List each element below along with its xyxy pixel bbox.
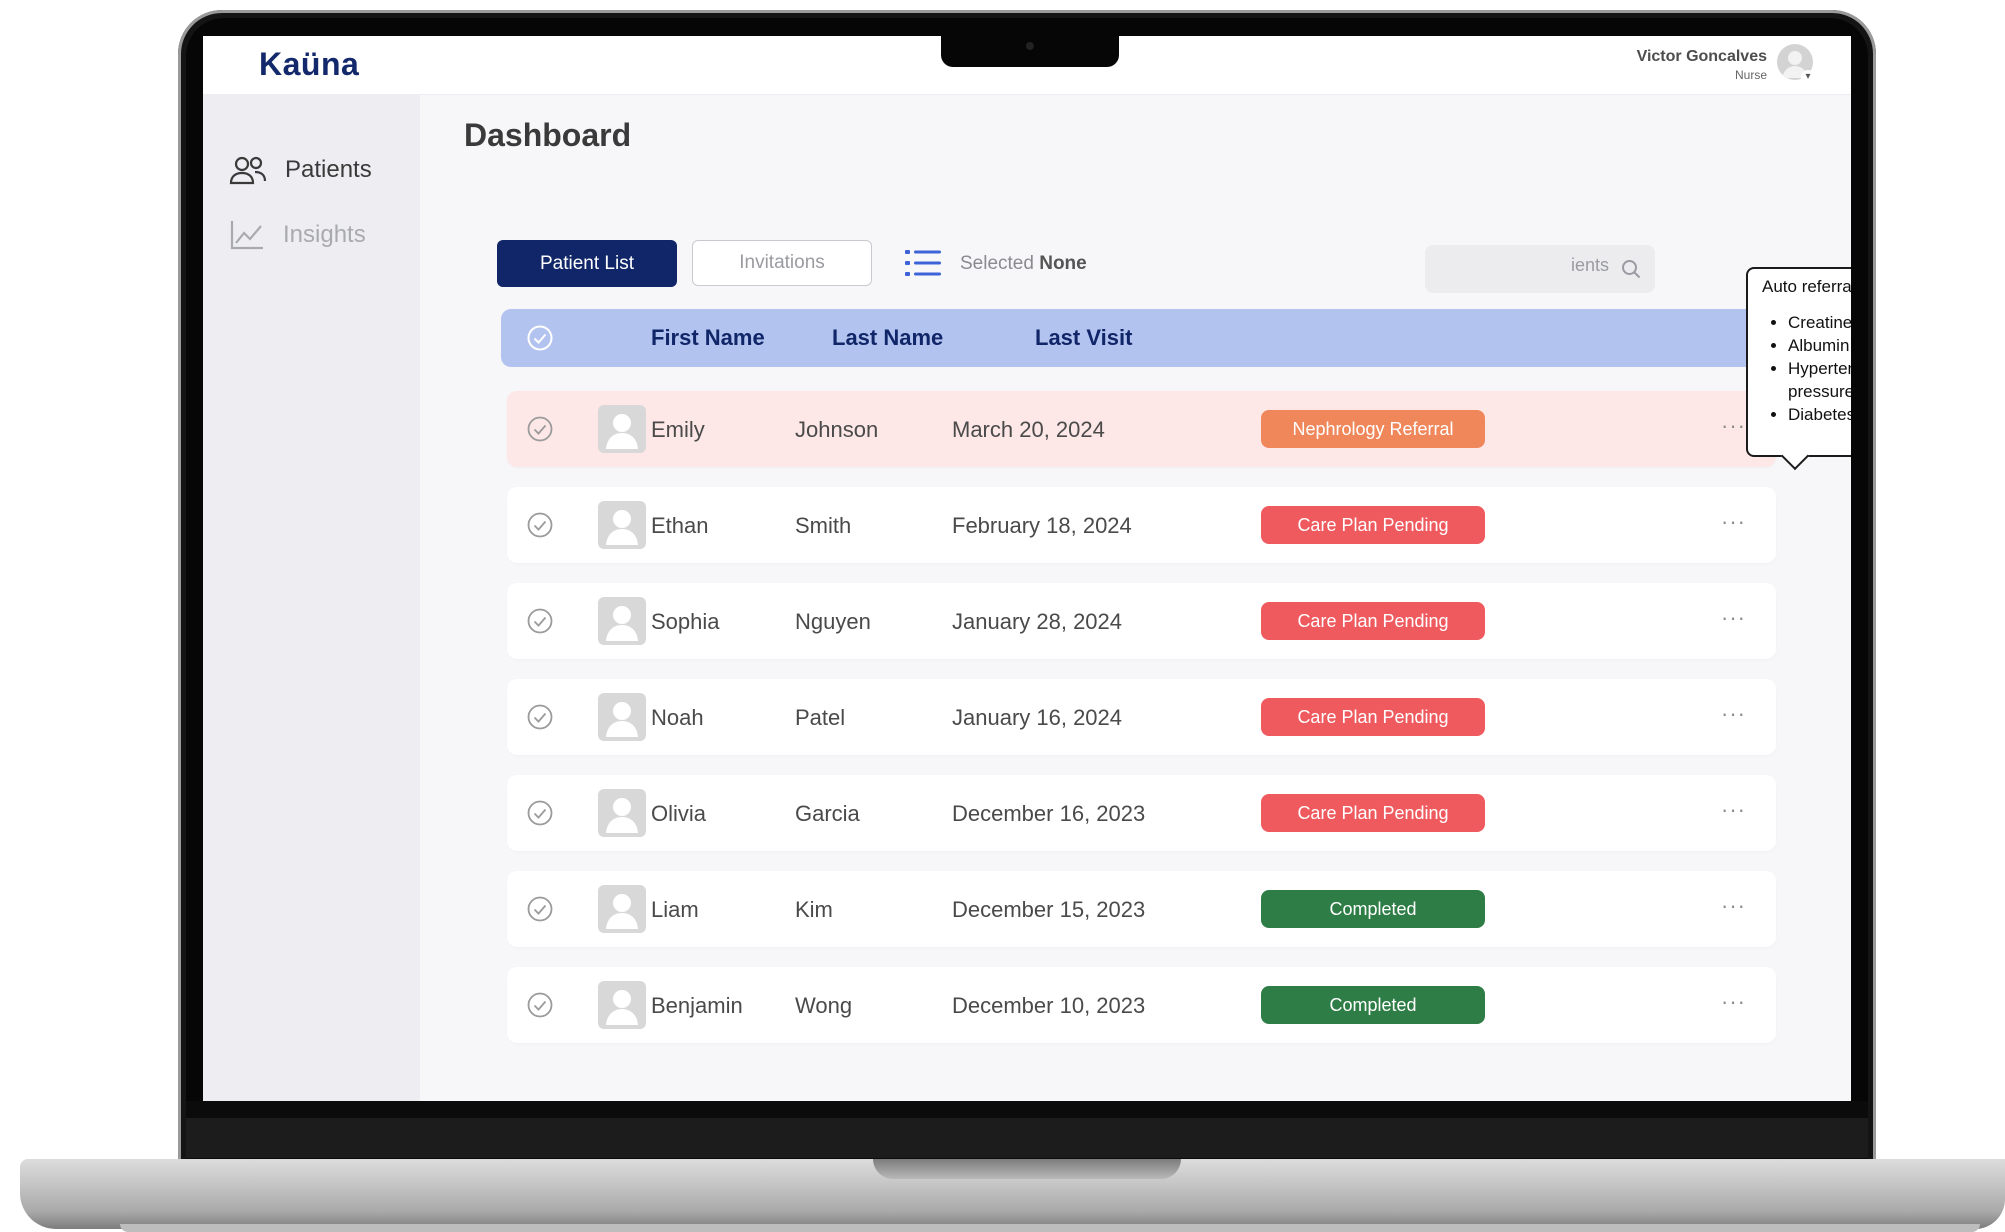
check-circle-icon[interactable] [527,512,553,538]
tooltip-item: Creatine [1788,311,1851,334]
cell-first-name: Benjamin [651,993,743,1018]
user-name: Victor Goncalves [1636,48,1767,65]
tooltip-item: Diabetes status [1788,403,1851,426]
sidebar-item-label: Insights [283,221,366,248]
check-circle-icon[interactable] [527,800,553,826]
laptop-hinge-notch [873,1159,1181,1179]
patient-avatar-icon [598,693,646,741]
cell-last-name: Wong [795,993,853,1018]
table-row[interactable]: Noah Patel January 16, 2024 Care Plan Pendi… [507,679,1776,755]
app-screen: Kaüna Victor Goncalves Nurse ▾ Patients … [203,36,1851,1101]
cell-first-name: Liam [651,897,699,922]
laptop-base-shadow [120,1224,1980,1232]
cell-last-visit: February 18, 2024 [952,513,1132,538]
tooltip-item: Albumin in the urine (URIA) [1788,334,1851,357]
cell-last-name: Kim [795,897,833,922]
table-row[interactable]: Emily Johnson March 20, 2024 Nephrology Ref… [507,391,1776,467]
header-last-name[interactable]: Last Name [832,325,943,351]
more-options-button[interactable]: ··· [1721,797,1746,823]
cell-last-visit: December 15, 2023 [952,897,1146,922]
page-title: Dashboard [464,117,632,153]
tooltip-list: Creatine Albumin in the urine (URIA) Hyp… [1762,311,1851,426]
cell-last-visit: January 28, 2024 [952,609,1123,634]
table-row[interactable]: Benjamin Wong December 10, 2023 Completed ··… [507,967,1776,1043]
sidebar-item-label: Patients [285,156,372,183]
more-options-button[interactable]: ··· [1721,413,1746,439]
cell-last-name: Garcia [795,801,860,826]
status-badge[interactable]: Care Plan Pending [1261,602,1485,640]
status-badge[interactable]: Care Plan Pending [1261,698,1485,736]
status-badge[interactable]: Completed [1261,890,1485,928]
table-row[interactable]: Sophia Nguyen January 28, 2024 Care Plan Pe… [507,583,1776,659]
cell-last-visit: December 10, 2023 [952,993,1146,1018]
sidebar-item-patients[interactable]: Patients [229,155,372,185]
tab-invitations[interactable]: Invitations [692,240,872,286]
more-options-button[interactable]: ··· [1721,893,1746,919]
tooltip-item: Hypertension status (blood pressure) [1788,357,1851,403]
patient-avatar-icon [598,597,646,645]
more-options-button[interactable]: ··· [1721,509,1746,535]
more-options-button[interactable]: ··· [1721,989,1746,1015]
check-circle-icon[interactable] [527,992,553,1018]
cell-last-name: Smith [795,513,852,538]
search-box[interactable]: ients [1425,245,1655,293]
cell-first-name: Noah [651,705,704,730]
table-header: First Name Last Name Last Visit [501,309,1776,367]
camera-icon [1026,42,1034,50]
status-badge[interactable]: Nephrology Referral [1261,410,1485,448]
app-logo[interactable]: Kaüna [259,46,359,83]
status-badge[interactable]: Care Plan Pending [1261,794,1485,832]
status-badge[interactable]: Completed [1261,986,1485,1024]
tooltip-arrow [1780,441,1810,471]
list-icon[interactable] [905,249,941,277]
more-options-button[interactable]: ··· [1721,605,1746,631]
selection-status: Selected None [960,253,1087,275]
patient-avatar-icon [598,501,646,549]
users-icon [229,156,267,185]
check-circle-icon[interactable] [527,896,553,922]
sidebar: Patients Insights [203,95,420,1101]
patient-avatar-icon [598,885,646,933]
cell-last-name: Nguyen [795,609,871,634]
check-circle-icon[interactable] [527,608,553,634]
more-options-button[interactable]: ··· [1721,701,1746,727]
search-input[interactable]: ients [1439,255,1609,276]
table-row[interactable]: Liam Kim December 15, 2023 Completed ··· [507,871,1776,947]
check-circle-icon[interactable] [527,704,553,730]
header-first-name[interactable]: First Name [651,325,765,351]
camera-notch [941,36,1119,67]
chevron-down-icon[interactable]: ▾ [1801,70,1815,84]
patient-avatar-icon [598,789,646,837]
table-row[interactable]: Olivia Garcia December 16, 2023 Care Plan P… [507,775,1776,851]
cell-last-visit: January 16, 2024 [952,705,1123,730]
cell-first-name: Emily [651,417,705,442]
cell-first-name: Ethan [651,513,709,538]
tab-patient-list[interactable]: Patient List [497,240,677,287]
cell-last-visit: December 16, 2023 [952,801,1146,826]
cell-last-name: Patel [795,705,846,730]
selected-label: Selected [960,253,1034,274]
check-circle-icon[interactable] [527,416,553,442]
sidebar-item-insights[interactable]: Insights [229,219,366,251]
cell-last-name: Johnson [795,417,879,442]
laptop-bezel-strip [186,1118,1868,1158]
cell-first-name: Sophia [651,609,720,634]
main-content: Dashboard Patient List Invitations Selec… [420,95,1851,1101]
tooltip-title: Auto referral detection using: [1762,277,1851,296]
patient-avatar-icon [598,405,646,453]
chart-line-icon [230,221,263,250]
selected-value: None [1039,253,1087,274]
status-badge[interactable]: Care Plan Pending [1261,506,1485,544]
header-last-visit[interactable]: Last Visit [1035,325,1132,351]
user-info[interactable]: Victor Goncalves Nurse [1637,48,1767,82]
referral-tooltip: Auto referral detection using: Creatine … [1746,267,1851,471]
patient-avatar-icon [598,981,646,1029]
cell-last-visit: March 20, 2024 [952,417,1105,442]
table-row[interactable]: Ethan Smith February 18, 2024 Care Plan Pen… [507,487,1776,563]
search-icon[interactable] [1621,259,1641,279]
user-role: Nurse [1734,68,1767,82]
cell-first-name: Olivia [651,801,707,826]
select-all-check-icon[interactable] [527,325,553,351]
